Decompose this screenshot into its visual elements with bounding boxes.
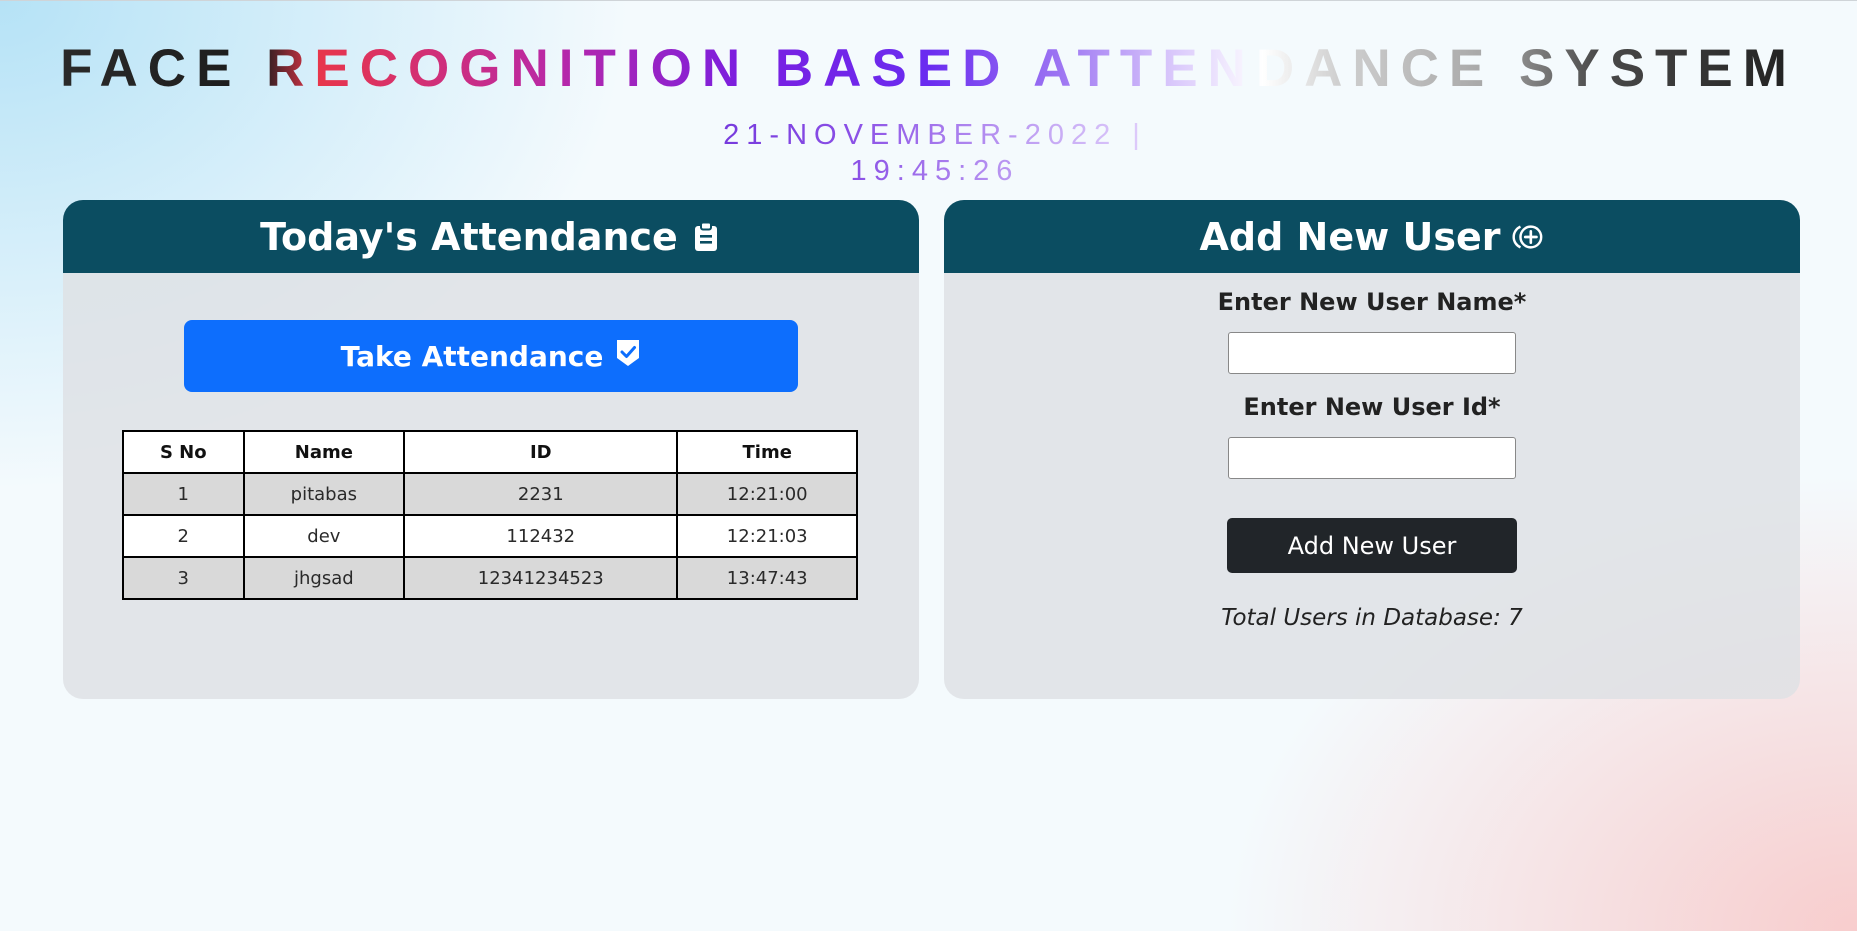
add-new-user-button[interactable]: Add New User — [1227, 518, 1517, 573]
cell-sno: 3 — [122, 556, 245, 600]
column-header-time: Time — [676, 430, 858, 474]
user-name-label: Enter New User Name* — [1217, 288, 1527, 316]
column-header-sno: S No — [122, 430, 245, 474]
plus-circle-icon — [1512, 221, 1544, 253]
cell-sno: 1 — [122, 472, 245, 516]
cell-name: pitabas — [242, 472, 406, 516]
user-name-input[interactable] — [1228, 332, 1516, 374]
table-header-row: S No Name ID Time — [122, 430, 858, 474]
add-user-panel-title: Add New User — [1199, 214, 1501, 259]
cell-time: 12:21:00 — [676, 472, 858, 516]
take-attendance-button[interactable]: Take Attendance — [184, 320, 798, 392]
cell-name: jhgsad — [242, 556, 406, 600]
user-id-input[interactable] — [1228, 437, 1516, 479]
attendance-panel-title: Today's Attendance — [260, 214, 678, 259]
cell-id: 2231 — [403, 472, 679, 516]
shield-check-icon — [615, 338, 641, 375]
take-attendance-label: Take Attendance — [340, 339, 604, 373]
cell-sno: 2 — [122, 514, 245, 558]
attendance-table: S No Name ID Time 1 pitabas 2231 12:21:0… — [122, 430, 858, 600]
total-users-count: Total Users in Database: 7 — [1221, 605, 1523, 631]
cell-time: 13:47:43 — [676, 556, 858, 600]
cell-name: dev — [242, 514, 406, 558]
user-id-label: Enter New User Id* — [1243, 393, 1501, 421]
attendance-panel: Today's Attendance Take Attendance S No … — [63, 200, 919, 699]
table-row: 1 pitabas 2231 12:21:00 — [122, 472, 858, 516]
clipboard-icon — [690, 221, 722, 253]
current-datetime: 21-NOVEMBER-2022 | 19:45:26 — [655, 117, 1215, 189]
cell-id: 112432 — [403, 514, 679, 558]
column-header-id: ID — [403, 430, 679, 474]
table-row: 2 dev 112432 12:21:03 — [122, 514, 858, 558]
attendance-panel-header: Today's Attendance — [63, 200, 919, 273]
page-title: FACE RECOGNITION BASED ATTENDANCE SYSTEM — [0, 37, 1857, 101]
cell-time: 12:21:03 — [676, 514, 858, 558]
column-header-name: Name — [242, 430, 406, 474]
cell-id: 12341234523 — [403, 556, 679, 600]
add-user-panel: Add New User Enter New User Name* Enter … — [944, 200, 1800, 699]
table-row: 3 jhgsad 12341234523 13:47:43 — [122, 556, 858, 600]
add-user-panel-header: Add New User — [944, 200, 1800, 273]
